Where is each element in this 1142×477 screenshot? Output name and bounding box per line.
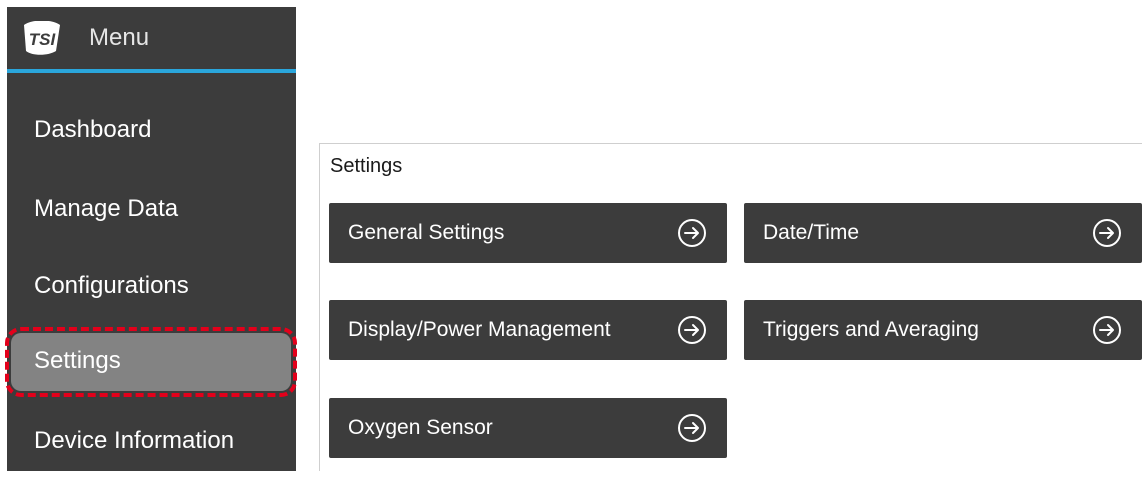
general-settings-button[interactable]: General Settings (329, 203, 727, 263)
display-power-management-button[interactable]: Display/Power Management (329, 300, 727, 360)
sidebar-item-dashboard[interactable]: Dashboard (7, 101, 296, 167)
button-label: Oxygen Sensor (348, 416, 493, 439)
arrow-right-circle-icon (678, 219, 706, 247)
sidebar-item-device-information[interactable]: Device Information (7, 411, 296, 477)
button-label: Triggers and Averaging (763, 318, 979, 341)
oxygen-sensor-button[interactable]: Oxygen Sensor (329, 398, 727, 458)
sidebar-item-label: Device Information (34, 427, 235, 454)
menu-title: Menu (89, 24, 150, 51)
button-label: Display/Power Management (348, 318, 611, 341)
sidebar-item-manage-data[interactable]: Manage Data (7, 179, 296, 245)
menu-divider (7, 69, 296, 73)
sidebar-item-settings[interactable]: Settings (5, 327, 297, 397)
arrow-right-circle-icon (1093, 219, 1121, 247)
svg-text:TSI: TSI (29, 30, 57, 49)
menu-header[interactable]: TSI Menu (7, 7, 296, 69)
date-time-button[interactable]: Date/Time (744, 203, 1142, 263)
sidebar-item-label: Configurations (34, 272, 189, 299)
arrow-right-circle-icon (678, 414, 706, 442)
panel-title: Settings (330, 155, 403, 177)
button-label: General Settings (348, 221, 505, 244)
arrow-right-circle-icon (1093, 316, 1121, 344)
sidebar: TSI Menu Dashboard Manage Data Configura… (5, 7, 297, 471)
button-label: Date/Time (763, 221, 860, 244)
sidebar-item-label: Dashboard (34, 116, 152, 143)
triggers-and-averaging-button[interactable]: Triggers and Averaging (744, 300, 1142, 360)
sidebar-item-configurations[interactable]: Configurations (7, 257, 296, 323)
sidebar-item-label: Settings (34, 347, 121, 374)
arrow-right-circle-icon (678, 316, 706, 344)
tsi-logo-icon: TSI (24, 21, 60, 55)
settings-panel: Settings General Settings Date/Time Disp… (319, 143, 1142, 471)
sidebar-item-label: Manage Data (34, 195, 179, 222)
